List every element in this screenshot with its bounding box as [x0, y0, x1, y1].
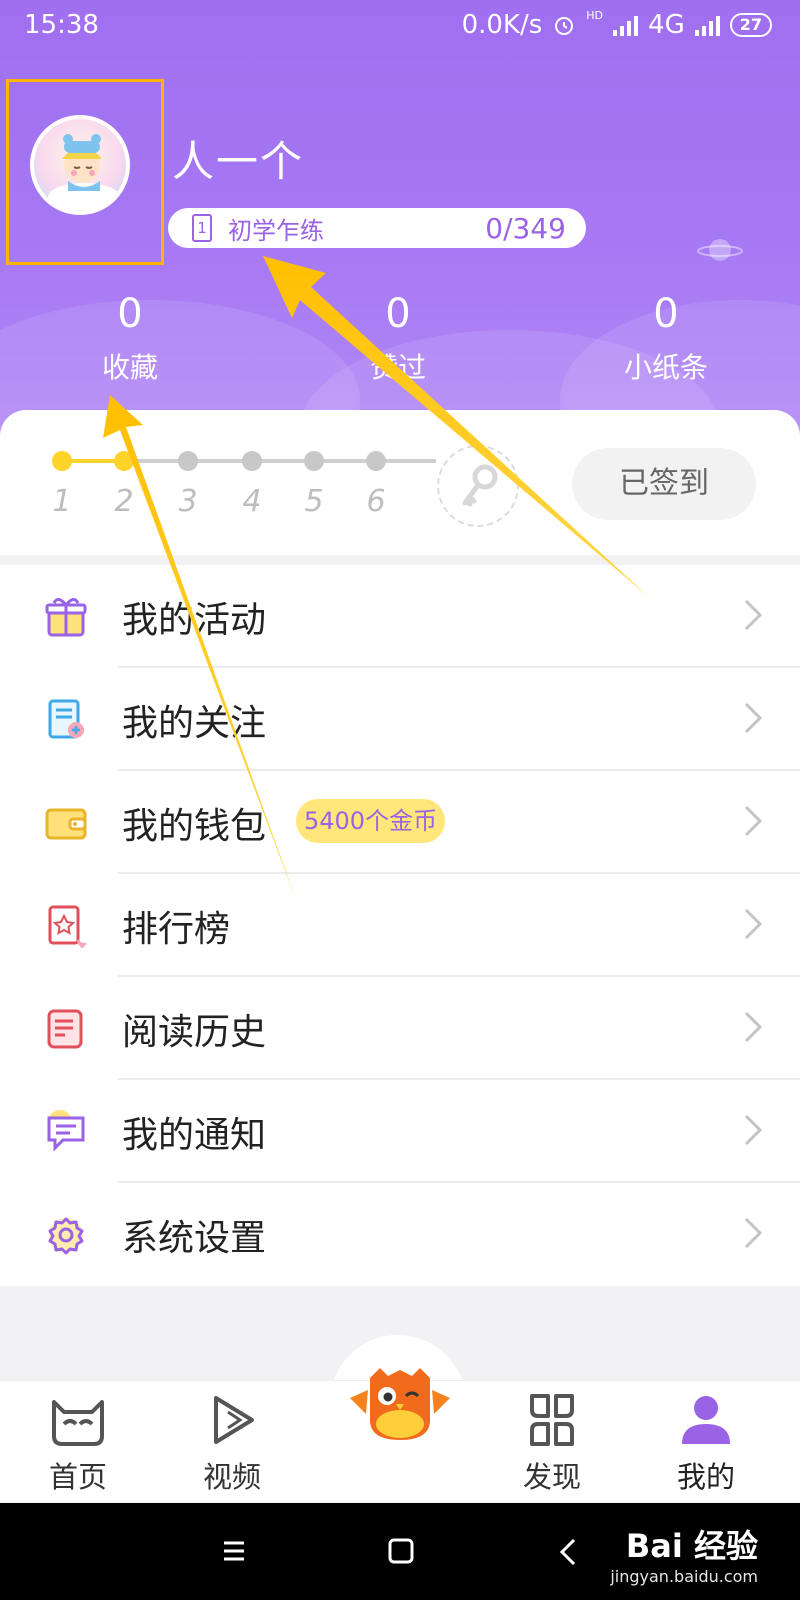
tab-label: 视频: [202, 1460, 261, 1494]
level-progress: 0/349: [485, 211, 566, 245]
checkin-day-dot: [242, 451, 262, 471]
status-time: 15:38: [24, 10, 99, 40]
level-title: 初学乍练: [228, 216, 324, 245]
home-cat-icon: [52, 1400, 104, 1446]
stat-label: 赞过: [369, 351, 426, 384]
checkin-day-dot: [114, 451, 134, 471]
video-play-icon: [214, 1396, 254, 1444]
history-icon: [47, 1009, 83, 1049]
settings-icon: [48, 1217, 84, 1255]
stat-notes[interactable]: 0 小纸条: [566, 290, 766, 386]
signal-icon: [694, 14, 720, 36]
checkin-day-dot: [52, 451, 72, 471]
status-indicators: 0.0K/s HD 4G 27: [462, 10, 772, 40]
follow-list-icon: [48, 699, 84, 739]
stats-row: 0 收藏 0 赞过 0 小纸条: [0, 290, 800, 390]
avatar[interactable]: [30, 115, 130, 215]
checkin-day-number: 2: [114, 484, 134, 519]
menu-item-activities[interactable]: 我的活动: [0, 565, 800, 668]
tab-profile[interactable]: 我的: [656, 1392, 756, 1496]
checkin-day-number: 4: [242, 484, 262, 519]
stat-label: 小纸条: [623, 351, 708, 384]
menu-item-settings[interactable]: 系统设置: [0, 1183, 800, 1286]
checkin-day-number: 5: [304, 484, 324, 519]
watermark-url: jingyan.baidu.com: [610, 1567, 758, 1586]
menu-item-label: 排行榜: [122, 909, 231, 950]
menu-item-wallet[interactable]: 我的钱包 5400个金币: [0, 771, 800, 874]
signed-in-button[interactable]: 已签到: [572, 448, 756, 520]
tab-video[interactable]: 视频: [182, 1392, 282, 1496]
menu-item-label: 阅读历史: [122, 1012, 267, 1053]
tab-home[interactable]: 首页: [28, 1392, 128, 1496]
checkin-day-dot: [178, 451, 198, 471]
back-arrow-icon[interactable]: [558, 1537, 578, 1567]
alarm-icon: [555, 17, 574, 35]
checkin-day-dot: [304, 451, 324, 471]
stat-value: 0: [653, 291, 679, 337]
notification-icon: [47, 1110, 85, 1152]
menu-item-label: 我的通知: [122, 1115, 267, 1156]
tab-label: 发现: [522, 1460, 581, 1494]
menu-item-ranking[interactable]: 排行榜: [0, 874, 800, 977]
network-speed: 0.0K/s: [461, 10, 543, 40]
checkin-day-dot: [366, 451, 386, 471]
chevron-right-icon: [744, 908, 763, 940]
system-navigation-bar: Bai 经验 jingyan.baidu.com: [0, 1503, 800, 1600]
discover-icon: [530, 1394, 574, 1446]
level-badge[interactable]: 1 初学乍练 0/349: [168, 208, 586, 248]
chevron-right-icon: [744, 1217, 763, 1249]
checkin-day-number: 6: [366, 484, 386, 519]
key-icon: [462, 464, 498, 507]
coin-balance-badge: 5400个金币: [296, 799, 446, 843]
signal-icon: [613, 14, 639, 36]
checkin-track: [126, 459, 436, 463]
menu-list: 我的活动 我的关注 我的钱包 5400个金币 排行榜 阅读历史 我的通知 系统设…: [0, 565, 800, 1286]
planet-decoration-icon: [697, 239, 743, 261]
bookmark-icon: 1: [192, 214, 212, 242]
menu-item-following[interactable]: 我的关注: [0, 668, 800, 771]
stat-value: 0: [117, 291, 143, 337]
tab-mascot[interactable]: [340, 1360, 460, 1450]
menu-item-history[interactable]: 阅读历史: [0, 977, 800, 1080]
chevron-right-icon: [744, 599, 763, 631]
stat-label: 收藏: [101, 351, 158, 384]
network-type: 4G: [648, 10, 685, 40]
owl-mascot-icon: [350, 1368, 450, 1440]
gift-icon: [45, 598, 87, 637]
menu-item-notifications[interactable]: 我的通知: [0, 1080, 800, 1183]
battery-indicator: 27: [729, 13, 772, 37]
watermark-brand: Bai 经验: [625, 1527, 758, 1565]
chevron-right-icon: [744, 805, 763, 837]
stat-likes[interactable]: 0 赞过: [298, 290, 498, 386]
profile-icon: [682, 1396, 730, 1444]
chevron-right-icon: [744, 1114, 763, 1146]
tab-discover[interactable]: 发现: [502, 1392, 602, 1496]
menu-item-label: 我的钱包: [122, 806, 267, 847]
menu-item-label: 我的活动: [122, 600, 267, 641]
status-bar: 15:38 0.0K/s HD 4G 27: [0, 0, 800, 52]
chevron-right-icon: [744, 1011, 763, 1043]
ranking-icon: [48, 905, 88, 948]
hd-label: HD: [586, 9, 604, 22]
reward-key-slot[interactable]: [437, 445, 519, 527]
tab-label: 我的: [676, 1460, 735, 1494]
checkin-day-number: 1: [52, 484, 72, 519]
checkin-day-number: 3: [178, 484, 198, 519]
tab-label: 首页: [48, 1460, 107, 1494]
username[interactable]: 人一个: [172, 128, 304, 189]
baidu-jingyan-watermark: Bai 经验 jingyan.baidu.com: [610, 1521, 758, 1586]
stat-value: 0: [385, 291, 411, 337]
home-square-icon[interactable]: [387, 1537, 415, 1565]
chevron-right-icon: [744, 702, 763, 734]
menu-icon[interactable]: [222, 1539, 246, 1563]
menu-item-label: 我的关注: [122, 703, 267, 744]
wallet-icon: [45, 808, 87, 840]
menu-item-label: 系统设置: [122, 1218, 267, 1259]
stat-favorites[interactable]: 0 收藏: [30, 290, 230, 386]
